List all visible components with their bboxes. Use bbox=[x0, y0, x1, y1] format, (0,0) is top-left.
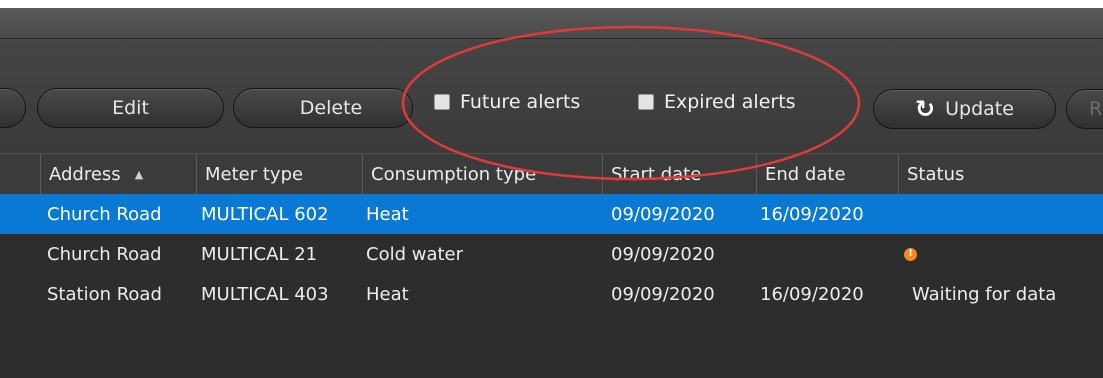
next-button-partial[interactable]: R bbox=[1066, 89, 1103, 129]
cell-consumption-type: Heat bbox=[366, 283, 409, 305]
cell-address: Station Road bbox=[47, 283, 162, 305]
next-button-partial-label: R bbox=[1089, 98, 1103, 120]
table-row[interactable]: Station Road MULTICAL 403 Heat 09/09/202… bbox=[0, 274, 1103, 314]
column-header-end-date-label: End date bbox=[765, 164, 846, 185]
refresh-icon: ↻ bbox=[915, 95, 936, 123]
alerts-window: Edit Delete Future alerts Expired alerts… bbox=[0, 8, 1103, 378]
toolbar: Edit Delete Future alerts Expired alerts… bbox=[0, 39, 1103, 153]
warning-icon: ! bbox=[904, 247, 917, 261]
sort-ascending-icon: ▲ bbox=[134, 168, 144, 181]
cell-start-date: 09/09/2020 bbox=[611, 203, 715, 225]
column-header-end-date[interactable]: End date bbox=[756, 154, 898, 195]
cell-end-date: 16/09/2020 bbox=[760, 203, 864, 225]
cell-start-date: 09/09/2020 bbox=[611, 243, 715, 265]
title-bar bbox=[0, 8, 1103, 39]
edit-button[interactable]: Edit bbox=[37, 88, 224, 128]
cell-consumption-type: Heat bbox=[366, 203, 409, 225]
cell-end-date: 16/09/2020 bbox=[760, 283, 864, 305]
column-header-address[interactable]: Address ▲ bbox=[40, 154, 196, 195]
expired-alerts-checkbox-group[interactable]: Expired alerts bbox=[638, 91, 796, 113]
expired-alerts-label[interactable]: Expired alerts bbox=[664, 91, 796, 113]
future-alerts-label[interactable]: Future alerts bbox=[460, 91, 580, 113]
screenshot-stage: Edit Delete Future alerts Expired alerts… bbox=[0, 0, 1103, 378]
edit-button-label: Edit bbox=[112, 97, 149, 119]
cell-start-date: 09/09/2020 bbox=[611, 283, 715, 305]
expired-alerts-checkbox[interactable] bbox=[638, 94, 654, 110]
cell-meter-type: MULTICAL 602 bbox=[201, 203, 329, 225]
cell-meter-type: MULTICAL 21 bbox=[201, 243, 318, 265]
cell-meter-type: MULTICAL 403 bbox=[201, 283, 329, 305]
column-header-meter-type-label: Meter type bbox=[205, 164, 304, 185]
grid-empty-area bbox=[0, 314, 1103, 378]
delete-button[interactable]: Delete bbox=[233, 88, 413, 128]
table-row[interactable]: Church Road MULTICAL 602 Heat 09/09/2020… bbox=[0, 194, 1103, 234]
cell-address: Church Road bbox=[47, 203, 162, 225]
column-header-start-date[interactable]: Start date bbox=[602, 154, 756, 195]
column-header-address-label: Address bbox=[49, 164, 121, 185]
cell-status: Waiting for data bbox=[912, 283, 1057, 305]
future-alerts-checkbox-group[interactable]: Future alerts bbox=[434, 91, 580, 113]
cell-consumption-type: Cold water bbox=[366, 243, 464, 265]
update-button-label: Update bbox=[945, 98, 1014, 120]
column-header-consumption-type[interactable]: Consumption type bbox=[362, 154, 602, 195]
future-alerts-checkbox[interactable] bbox=[434, 94, 450, 110]
update-button[interactable]: ↻ Update bbox=[873, 89, 1056, 129]
delete-button-label: Delete bbox=[299, 97, 363, 119]
column-header-meter-type[interactable]: Meter type bbox=[196, 154, 362, 195]
column-header-start-date-label: Start date bbox=[611, 164, 702, 185]
cell-status: ! bbox=[904, 234, 917, 274]
previous-button-partial[interactable] bbox=[0, 88, 26, 128]
column-header-status-label: Status bbox=[907, 164, 965, 185]
table-row[interactable]: Church Road MULTICAL 21 Cold water 09/09… bbox=[0, 234, 1103, 274]
column-header-consumption-type-label: Consumption type bbox=[371, 164, 537, 185]
column-header-status[interactable]: Status bbox=[898, 154, 1103, 195]
grid-header: Address ▲ Meter type Consumption type St… bbox=[0, 153, 1103, 196]
cell-address: Church Road bbox=[47, 243, 162, 265]
